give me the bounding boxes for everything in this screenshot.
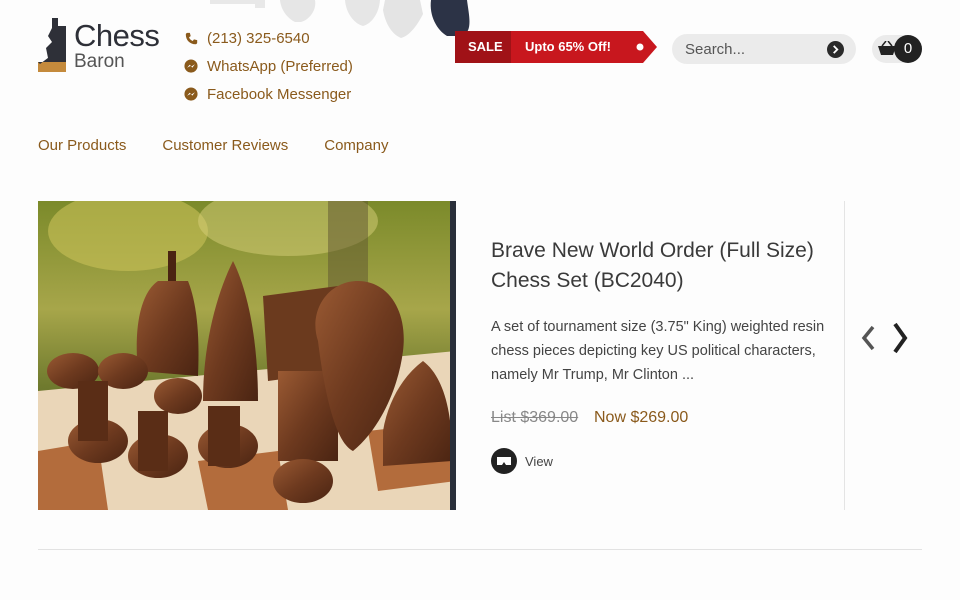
view-product-button[interactable]: View [491, 448, 553, 474]
chess-piece-logo-icon [38, 18, 66, 72]
sale-text: Upto 65% Off! [525, 39, 611, 54]
image-divider [450, 201, 456, 510]
chevron-left-icon [861, 325, 875, 356]
view-label: View [525, 453, 553, 469]
cart-button[interactable]: 0 [872, 35, 922, 63]
search-submit-icon[interactable] [827, 40, 844, 58]
product-image[interactable] [38, 201, 456, 510]
sale-banner[interactable]: SALE Upto 65% Off! [455, 31, 657, 63]
whatsapp-icon [184, 59, 198, 73]
nav-item-our-products[interactable]: Our Products [38, 137, 126, 154]
slider-next-button[interactable] [888, 322, 912, 358]
contact-whatsapp-label: WhatsApp (Preferred) [207, 57, 353, 75]
slider-separator [844, 201, 845, 510]
cart-count-badge: 0 [894, 35, 922, 63]
contact-messenger[interactable]: Facebook Messenger [184, 80, 353, 108]
chevron-right-icon [892, 322, 908, 359]
nav-item-customer-reviews[interactable]: Customer Reviews [162, 137, 288, 154]
contact-messenger-label: Facebook Messenger [207, 85, 352, 103]
view-eye-icon [491, 448, 517, 474]
chess-baron-logo[interactable]: Chess Baron [38, 18, 160, 74]
search-input[interactable] [685, 40, 827, 58]
sale-tag: SALE [468, 39, 503, 54]
section-divider [38, 549, 922, 550]
main-nav: Our Products Customer Reviews Company [38, 137, 424, 154]
search-bar [672, 34, 856, 64]
messenger-icon [184, 87, 198, 101]
logo-subtitle: Baron [74, 51, 125, 72]
product-description: A set of tournament size (3.75" King) we… [491, 319, 825, 383]
slider-prev-button[interactable] [856, 322, 880, 358]
phone-icon [184, 31, 198, 45]
nav-item-company[interactable]: Company [324, 137, 388, 154]
header-decoration [205, 0, 475, 60]
product-title[interactable]: Brave New World Order (Full Size) Chess … [491, 236, 821, 296]
now-price: Now $269.00 [594, 409, 689, 426]
list-price: List $369.00 [491, 409, 579, 426]
logo-title: Chess [74, 18, 160, 53]
